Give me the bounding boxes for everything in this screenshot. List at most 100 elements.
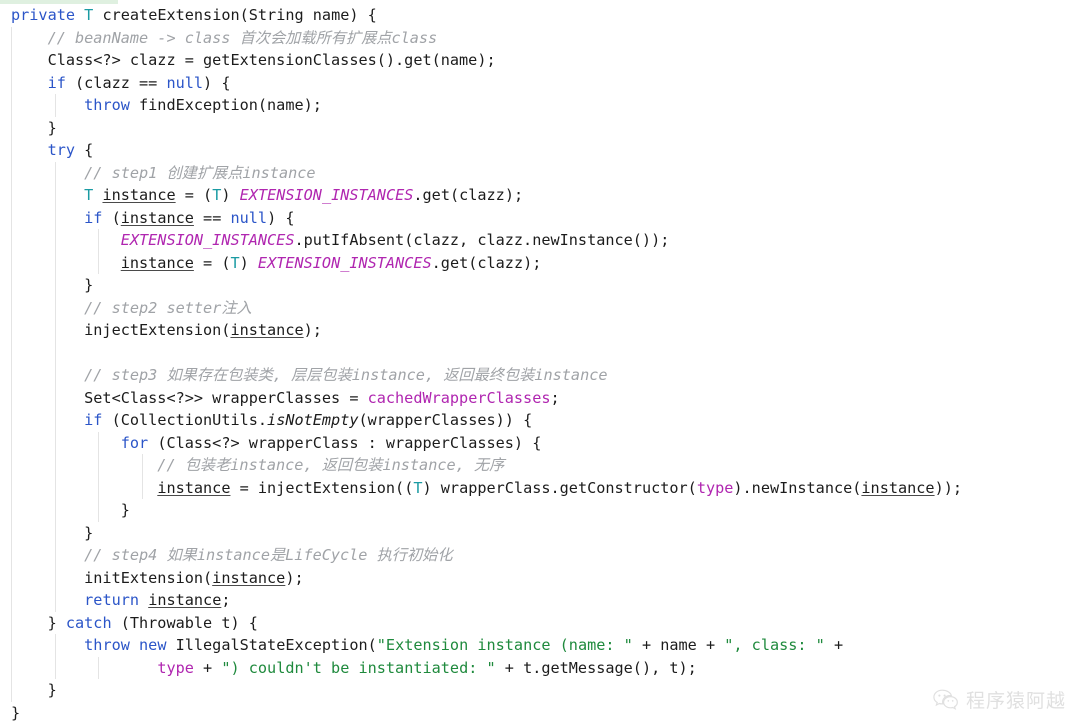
code-line[interactable]: try { [0, 139, 1080, 162]
code-line[interactable]: if (clazz == null) { [0, 71, 1080, 95]
code-token: + [824, 636, 844, 654]
code-line[interactable]: } [0, 702, 1080, 725]
code-line[interactable]: type + ") couldn't be instantiated: " + … [0, 656, 1080, 679]
code-token: ); [285, 568, 304, 587]
code-line[interactable]: // step3 如果存在包装类, 层层包装instance, 返回最终包装in… [0, 364, 1080, 387]
code-token: T [84, 186, 94, 204]
code-token: = ( [193, 253, 231, 272]
code-line-text: if (clazz == null) { [0, 72, 231, 95]
code-token: injectExtension( [11, 321, 231, 339]
code-line[interactable]: if (CollectionUtils.isNotEmpty(wrapperCl… [0, 409, 1080, 432]
code-token: try [47, 141, 76, 159]
code-token: type [696, 478, 734, 497]
code-token: ; [221, 591, 231, 609]
code-token: // 包装老instance, 返回包装instance, 无序 [11, 456, 505, 474]
code-token: // step4 如果instance是LifeCycle 执行初始化 [11, 546, 453, 564]
code-content[interactable]: private T createExtension(String name) {… [0, 4, 1080, 724]
code-token: } [11, 523, 94, 542]
code-token: findException(name); [129, 96, 322, 114]
code-token: (Class<?> wrapperClass : wrapperClasses)… [148, 433, 542, 452]
code-line[interactable]: // step1 创建扩展点instance [0, 161, 1080, 184]
code-line[interactable]: EXTENSION_INSTANCES.putIfAbsent(clazz, c… [0, 229, 1080, 252]
code-token: IllegalStateException( [166, 636, 377, 654]
code-token: ) wrapperClass.getConstructor( [422, 478, 697, 497]
code-line[interactable]: } [0, 274, 1080, 297]
code-token: (wrapperClasses)) { [358, 411, 533, 429]
code-token: ") couldn't be instantiated: " [221, 658, 496, 677]
code-line[interactable]: throw findException(name); [0, 94, 1080, 117]
code-line-text: try { [0, 139, 94, 162]
code-token: (CollectionUtils. [102, 411, 268, 429]
code-line-text: throw new IllegalStateException("Extensi… [0, 634, 843, 657]
code-line[interactable]: initExtension(instance); [0, 566, 1080, 589]
code-token: // beanName -> class 首次会加载所有扩展点class [11, 28, 438, 47]
code-token: // step1 创建扩展点instance [11, 163, 316, 182]
code-token: instance [148, 591, 222, 609]
code-line[interactable]: // 包装老instance, 返回包装instance, 无序 [0, 454, 1080, 477]
code-token: return [84, 591, 140, 609]
code-line[interactable]: } [0, 499, 1080, 522]
code-token: + [193, 658, 222, 677]
code-token: ) [239, 253, 258, 272]
code-line[interactable]: // step2 setter注入 [0, 296, 1080, 320]
code-token: cachedWrapperClasses [367, 388, 551, 407]
code-line-text: // step2 setter注入 [0, 297, 252, 320]
code-line-text: } catch (Throwable t) { [0, 612, 258, 635]
code-line[interactable]: } [0, 521, 1080, 544]
code-line[interactable]: T instance = (T) EXTENSION_INSTANCES.get… [0, 184, 1080, 207]
code-token: + name + [632, 636, 725, 654]
code-line[interactable]: Class<?> clazz = getExtensionClasses().g… [0, 49, 1080, 72]
code-line[interactable]: private T createExtension(String name) { [0, 4, 1080, 27]
code-line[interactable]: } [0, 679, 1080, 702]
code-token: throw [84, 96, 130, 114]
code-token: ", class: " [724, 636, 825, 654]
code-line[interactable]: // beanName -> class 首次会加载所有扩展点class [0, 26, 1080, 49]
code-token: instance [120, 253, 194, 272]
code-line[interactable]: instance = injectExtension((T) wrapperCl… [0, 476, 1080, 499]
code-token: + t.getMessage(), t); [495, 658, 697, 677]
code-line[interactable]: // step4 如果instance是LifeCycle 执行初始化 [0, 544, 1080, 567]
code-token: instance [120, 208, 194, 227]
code-token: instance [157, 478, 231, 497]
code-token: } [11, 613, 66, 632]
code-token: catch [65, 613, 112, 632]
code-line-text: if (CollectionUtils.isNotEmpty(wrapperCl… [0, 409, 532, 432]
code-line[interactable] [0, 341, 1080, 364]
code-token: // step2 setter注入 [11, 298, 252, 317]
code-line-text: throw findException(name); [0, 94, 322, 117]
code-line[interactable]: injectExtension(instance); [0, 319, 1080, 342]
code-token: ); [303, 321, 322, 339]
code-line[interactable]: instance = (T) EXTENSION_INSTANCES.get(c… [0, 251, 1080, 274]
code-line[interactable]: throw new IllegalStateException("Extensi… [0, 634, 1080, 657]
code-token: { [75, 141, 94, 159]
code-line[interactable]: if (instance == null) { [0, 206, 1080, 229]
code-token: T [230, 253, 240, 272]
code-token: ) { [267, 208, 295, 227]
code-line-text: Set<Class<?>> wrapperClasses = cachedWra… [0, 387, 560, 410]
code-line-text: } [0, 679, 57, 702]
code-line-text: return instance; [0, 589, 231, 612]
code-token: } [11, 276, 94, 294]
code-line[interactable]: Set<Class<?>> wrapperClasses = cachedWra… [0, 386, 1080, 410]
code-line[interactable]: } [0, 116, 1080, 139]
code-token: throw [84, 636, 130, 654]
code-token: initExtension( [11, 568, 213, 587]
code-token: instance [861, 478, 935, 497]
code-token: EXTENSION_INSTANCES [239, 186, 414, 204]
code-token: T [84, 6, 94, 24]
code-token: // step3 如果存在包装类, 层层包装instance, 返回最终包装in… [11, 366, 608, 384]
code-line[interactable]: for (Class<?> wrapperClass : wrapperClas… [0, 431, 1080, 454]
code-token: == [193, 208, 231, 227]
code-line[interactable]: } catch (Throwable t) { [0, 611, 1080, 635]
code-line[interactable]: return instance; [0, 589, 1080, 612]
code-token: "Extension instance (name: " [376, 636, 633, 654]
code-token: ; [550, 388, 560, 407]
